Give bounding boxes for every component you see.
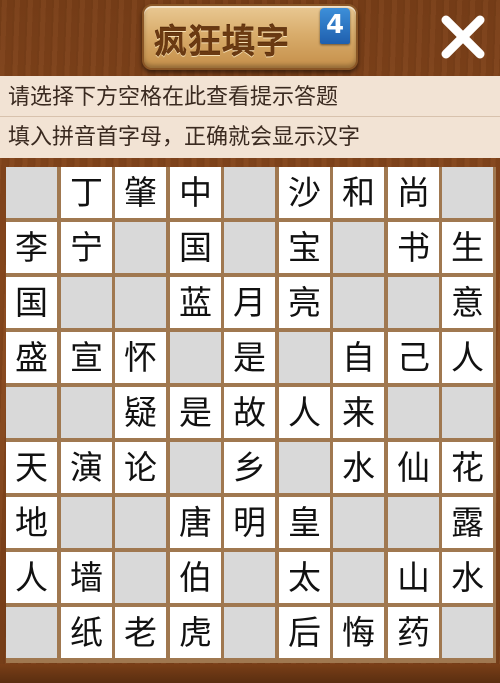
grid-cell-blank[interactable] (224, 607, 275, 658)
grid-cell-blank[interactable] (170, 442, 221, 493)
grid-cell-letter: 沙 (279, 167, 330, 218)
grid-cell-blank[interactable] (170, 332, 221, 383)
grid-cell-blank[interactable] (6, 167, 57, 218)
grid-cell-letter: 疑 (115, 387, 166, 438)
grid-cell-letter: 仙 (388, 442, 439, 493)
grid-cell-letter: 是 (170, 387, 221, 438)
grid-cell-letter: 蓝 (170, 277, 221, 328)
grid-cell-letter: 己 (388, 332, 439, 383)
grid-cell-letter: 尚 (388, 167, 439, 218)
grid-cell-blank[interactable] (61, 277, 112, 328)
grid-cell-letter: 宁 (61, 222, 112, 273)
grid-cell-letter: 演 (61, 442, 112, 493)
crossword-grid: 丁肇中沙和尚李宁国宝书生国蓝月亮意盛宣怀是自己人疑是故人来天演论乡水仙花地唐明皇… (6, 167, 496, 663)
grid-cell-letter: 露 (442, 497, 493, 548)
bottom-edge (0, 664, 500, 683)
game-title: 疯狂填字 (154, 22, 290, 61)
grid-cell-blank[interactable] (224, 552, 275, 603)
grid-cell-letter: 水 (333, 442, 384, 493)
grid-cell-letter: 明 (224, 497, 275, 548)
grid-cell-blank[interactable] (61, 387, 112, 438)
grid-cell-letter: 故 (224, 387, 275, 438)
grid-cell-letter: 人 (442, 332, 493, 383)
grid-cell-blank[interactable] (333, 277, 384, 328)
hint-panel: 请选择下方空格在此查看提示答题 填入拼音首字母，正确就会显示汉字 (0, 76, 500, 158)
grid-cell-blank[interactable] (6, 387, 57, 438)
grid-cell-letter: 纸 (61, 607, 112, 658)
grid-cell-letter: 丁 (61, 167, 112, 218)
grid-cell-blank[interactable] (279, 332, 330, 383)
grid-cell-blank[interactable] (115, 552, 166, 603)
hint-instruction-pinyin: 填入拼音首字母，正确就会显示汉字 (8, 125, 361, 150)
grid-cell-letter: 山 (388, 552, 439, 603)
close-button[interactable] (438, 12, 488, 62)
grid-cell-blank[interactable] (115, 497, 166, 548)
grid-cell-blank[interactable] (333, 497, 384, 548)
grid-cell-blank[interactable] (279, 442, 330, 493)
grid-cell-letter: 怀 (115, 332, 166, 383)
grid-cell-letter: 和 (333, 167, 384, 218)
grid-cell-blank[interactable] (388, 497, 439, 548)
grid-cell-letter: 书 (388, 222, 439, 273)
grid-cell-letter: 伯 (170, 552, 221, 603)
grid-cell-blank[interactable] (224, 222, 275, 273)
grid-cell-blank[interactable] (442, 167, 493, 218)
grid-cell-letter: 自 (333, 332, 384, 383)
hint-instruction-select: 请选择下方空格在此查看提示答题 (8, 85, 339, 110)
grid-cell-blank[interactable] (333, 552, 384, 603)
grid-cell-letter: 天 (6, 442, 57, 493)
level-badge: 4 (320, 8, 350, 44)
grid-cell-letter: 唐 (170, 497, 221, 548)
grid-cell-letter: 肇 (115, 167, 166, 218)
close-icon (441, 15, 485, 59)
grid-cell-blank[interactable] (6, 607, 57, 658)
grid-cell-letter: 太 (279, 552, 330, 603)
grid-cell-letter: 亮 (279, 277, 330, 328)
grid-cell-letter: 药 (388, 607, 439, 658)
grid-cell-letter: 花 (442, 442, 493, 493)
grid-cell-blank[interactable] (442, 387, 493, 438)
grid-cell-letter: 乡 (224, 442, 275, 493)
grid-cell-blank[interactable] (333, 222, 384, 273)
grid-cell-letter: 国 (170, 222, 221, 273)
grid-cell-letter: 老 (115, 607, 166, 658)
grid-cell-blank[interactable] (115, 277, 166, 328)
grid-cell-letter: 盛 (6, 332, 57, 383)
grid-cell-letter: 墙 (61, 552, 112, 603)
grid-cell-letter: 宣 (61, 332, 112, 383)
grid-cell-letter: 意 (442, 277, 493, 328)
grid-cell-letter: 人 (6, 552, 57, 603)
grid-cell-letter: 生 (442, 222, 493, 273)
grid-cell-blank[interactable] (442, 607, 493, 658)
grid-cell-letter: 后 (279, 607, 330, 658)
grid-cell-letter: 宝 (279, 222, 330, 273)
grid-cell-letter: 李 (6, 222, 57, 273)
grid-cell-letter: 地 (6, 497, 57, 548)
grid-cell-letter: 皇 (279, 497, 330, 548)
grid-cell-blank[interactable] (388, 277, 439, 328)
grid-cell-letter: 论 (115, 442, 166, 493)
grid-cell-letter: 月 (224, 277, 275, 328)
grid-cell-blank[interactable] (388, 387, 439, 438)
header-bar: 疯狂填字 4 (0, 0, 500, 75)
grid-cell-blank[interactable] (61, 497, 112, 548)
grid-cell-letter: 来 (333, 387, 384, 438)
grid-cell-letter: 中 (170, 167, 221, 218)
grid-cell-letter: 悔 (333, 607, 384, 658)
grid-cell-letter: 虎 (170, 607, 221, 658)
grid-cell-letter: 国 (6, 277, 57, 328)
grid-cell-blank[interactable] (224, 167, 275, 218)
grid-cell-letter: 是 (224, 332, 275, 383)
grid-cell-letter: 水 (442, 552, 493, 603)
grid-cell-blank[interactable] (115, 222, 166, 273)
hint-divider (0, 116, 500, 117)
grid-cell-letter: 人 (279, 387, 330, 438)
